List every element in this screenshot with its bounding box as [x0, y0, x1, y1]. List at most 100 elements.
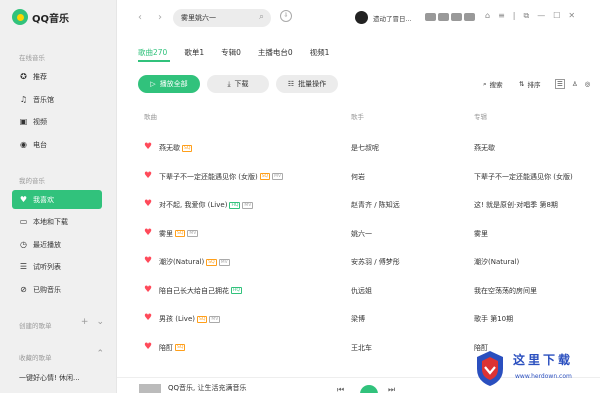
batch-operation-button[interactable]: ☷ 批量操作	[276, 75, 338, 93]
song-row[interactable]: ♥ 陪自己长大给自己拥花 HQ 仇远姐 我在空荡荡的房间里	[138, 280, 588, 302]
sidebar-item-playlist[interactable]: 一键好心情! 休闲...	[12, 368, 102, 387]
sidebar-item-label: 试听列表	[33, 262, 61, 271]
sidebar-item-recommend[interactable]: ✪ 推荐	[12, 67, 102, 86]
mv-badge[interactable]: MV	[218, 258, 230, 266]
song-title-cell[interactable]: 陪酊 SQ	[159, 343, 186, 353]
mv-badge[interactable]: MV	[242, 201, 254, 209]
heart-icon[interactable]: ♥	[144, 313, 152, 323]
close-icon[interactable]: ✕	[568, 11, 575, 21]
singer-cell[interactable]: 赵青齐 / 陈知远	[351, 200, 400, 210]
sidebar-item-recent[interactable]: ◷ 最近播放	[12, 235, 102, 254]
mv-badge[interactable]: MV	[187, 230, 199, 237]
previous-icon[interactable]: ⏮	[337, 385, 344, 393]
sort-button[interactable]: ⇅ 排序	[519, 79, 540, 89]
app-logo[interactable]: QQ音乐	[12, 9, 69, 25]
song-title: 对不起, 我爱你 (Live)	[159, 201, 228, 209]
sq-badge: SQ	[259, 173, 271, 180]
mic-icon[interactable]: ⇩	[280, 10, 292, 22]
album-cover[interactable]	[139, 384, 161, 393]
album-cell[interactable]: 潮汐(Natural)	[474, 257, 519, 267]
song-title-cell[interactable]: 潮汐(Natural) SQ MV	[159, 257, 230, 267]
singer-cell[interactable]: 王北车	[351, 343, 372, 353]
album-cell[interactable]: 下辈子不一定还能遇见你 (女版)	[474, 172, 573, 182]
album-cell[interactable]: 我在空荡荡的房间里	[474, 286, 537, 296]
tab-albums[interactable]: 专辑0	[221, 47, 241, 58]
search-in-list[interactable]: ⌕ 搜索	[483, 79, 503, 90]
singer-cell[interactable]: 仇远姐	[351, 286, 372, 296]
avatar[interactable]	[355, 11, 368, 24]
skin-icon[interactable]: ⌂	[485, 11, 490, 21]
username[interactable]: 遗动了冒日...	[373, 13, 417, 23]
heart-icon[interactable]: ♥	[144, 171, 152, 181]
album-cell[interactable]: 雾里	[474, 229, 488, 239]
minimize-icon[interactable]: —	[537, 11, 545, 21]
sidebar-item-label: 本地和下载	[33, 217, 68, 226]
tab-playlists[interactable]: 歌单1	[184, 47, 204, 58]
download-button[interactable]: ⤓ 下载	[207, 75, 269, 93]
search-input[interactable]: 雾里姚六一 ⌕	[173, 9, 271, 27]
heart-icon[interactable]: ♥	[144, 256, 152, 266]
song-title-cell[interactable]: 陪自己长大给自己拥花 HQ	[159, 286, 242, 296]
song-title: 男孩 (Live)	[159, 315, 195, 323]
song-row[interactable]: ♥ 燕无歇 SQ 是七叔呢 燕无歇	[138, 137, 588, 159]
sidebar-item-label: 我喜欢	[33, 195, 54, 204]
tab-songs[interactable]: 歌曲270	[138, 47, 167, 58]
maximize-icon[interactable]: ☐	[553, 11, 560, 21]
song-row[interactable]: ♥ 下辈子不一定还能遇见你 (女版) SQ MV 何岩 下辈子不一定还能遇见你 (女版)	[138, 166, 588, 188]
song-row[interactable]: ♥ 雾里 SQ MV 姚六一 雾里	[138, 223, 588, 245]
heart-icon[interactable]: ♥	[144, 228, 152, 238]
song-title: 潮汐(Natural)	[159, 258, 205, 266]
hq-badge: HQ	[231, 287, 242, 294]
back-arrow-icon[interactable]: ‹	[138, 12, 142, 23]
album-cell[interactable]: 燕无歇	[474, 143, 495, 153]
mv-badge[interactable]: MV	[209, 315, 221, 323]
heart-icon[interactable]: ♥	[144, 342, 152, 352]
song-title-cell[interactable]: 燕无歇 SQ	[159, 143, 193, 153]
song-row[interactable]: ♥ 男孩 (Live) SQ MV 梁博 歌手 第10期	[138, 308, 588, 330]
search-icon[interactable]: ⌕	[259, 12, 264, 22]
next-icon[interactable]: ⏭	[388, 385, 395, 393]
song-title-cell[interactable]: 男孩 (Live) SQ MV	[159, 314, 221, 324]
album-cell[interactable]: 这! 就是原创·对唱季 第8期	[474, 200, 558, 210]
vip-badge-icon[interactable]	[425, 13, 436, 21]
vip-badge-icon[interactable]	[451, 13, 462, 21]
play-all-button[interactable]: ▷ 播放全部	[138, 75, 200, 93]
plus-icon[interactable]: +	[81, 317, 89, 327]
singer-cell[interactable]: 安苏羽 / 傅梦彤	[351, 257, 400, 267]
song-row[interactable]: ♥ 对不起, 我爱你 (Live) HQ MV 赵青齐 / 陈知远 这! 就是原创·对唱季…	[138, 194, 588, 216]
settings-icon[interactable]: ≡	[498, 11, 505, 21]
song-row[interactable]: ♥ 潮汐(Natural) SQ MV 安苏羽 / 傅梦彤 潮汐(Natural)	[138, 251, 588, 273]
sidebar-item-local-download[interactable]: ▭ 本地和下载	[12, 212, 102, 231]
tab-radio[interactable]: 主播电台0	[258, 47, 293, 58]
sidebar-item-purchased[interactable]: ⊘ 已购音乐	[12, 280, 102, 299]
sidebar-item-radio[interactable]: ◉ 电台	[12, 135, 102, 154]
song-title-cell[interactable]: 对不起, 我爱你 (Live) HQ MV	[159, 200, 254, 210]
chevron-up-icon[interactable]: ⌃	[96, 349, 104, 359]
singer-view-icon[interactable]: ♙	[572, 80, 578, 88]
vip-badge-icon[interactable]	[464, 13, 475, 21]
album-cell[interactable]: 歌手 第10期	[474, 314, 513, 324]
heart-icon[interactable]: ♥	[144, 142, 152, 152]
sidebar-item-favorites[interactable]: ♥ 我喜欢	[12, 190, 102, 209]
mv-badge[interactable]: MV	[272, 173, 284, 180]
heart-icon[interactable]: ♥	[144, 285, 152, 295]
sidebar-item-trial-list[interactable]: ☰ 试听列表	[12, 257, 102, 276]
sidebar-item-video[interactable]: ▣ 视频	[12, 112, 102, 131]
singer-cell[interactable]: 姚六一	[351, 229, 372, 239]
chevron-down-icon[interactable]: ⌄	[96, 317, 104, 327]
watermark: 这里下载 www.herdown.com	[465, 345, 600, 393]
album-view-icon[interactable]: ◎	[585, 80, 591, 88]
singer-cell[interactable]: 何岩	[351, 172, 365, 182]
tab-videos[interactable]: 视频1	[310, 47, 330, 58]
list-view-icon[interactable]: ☰	[555, 79, 565, 89]
forward-arrow-icon[interactable]: ›	[158, 12, 162, 23]
heart-icon[interactable]: ♥	[144, 199, 152, 209]
singer-cell[interactable]: 是七叔呢	[351, 143, 379, 153]
mini-mode-icon[interactable]: ⧉	[523, 11, 529, 21]
sidebar-item-music-hall[interactable]: ♫ 音乐馆	[12, 90, 102, 109]
vip-badge-icon[interactable]	[438, 13, 449, 21]
song-title-cell[interactable]: 雾里 SQ MV	[159, 229, 199, 239]
song-title-cell[interactable]: 下辈子不一定还能遇见你 (女版) SQ MV	[159, 172, 284, 182]
play-button[interactable]	[360, 385, 378, 393]
singer-cell[interactable]: 梁博	[351, 314, 365, 324]
